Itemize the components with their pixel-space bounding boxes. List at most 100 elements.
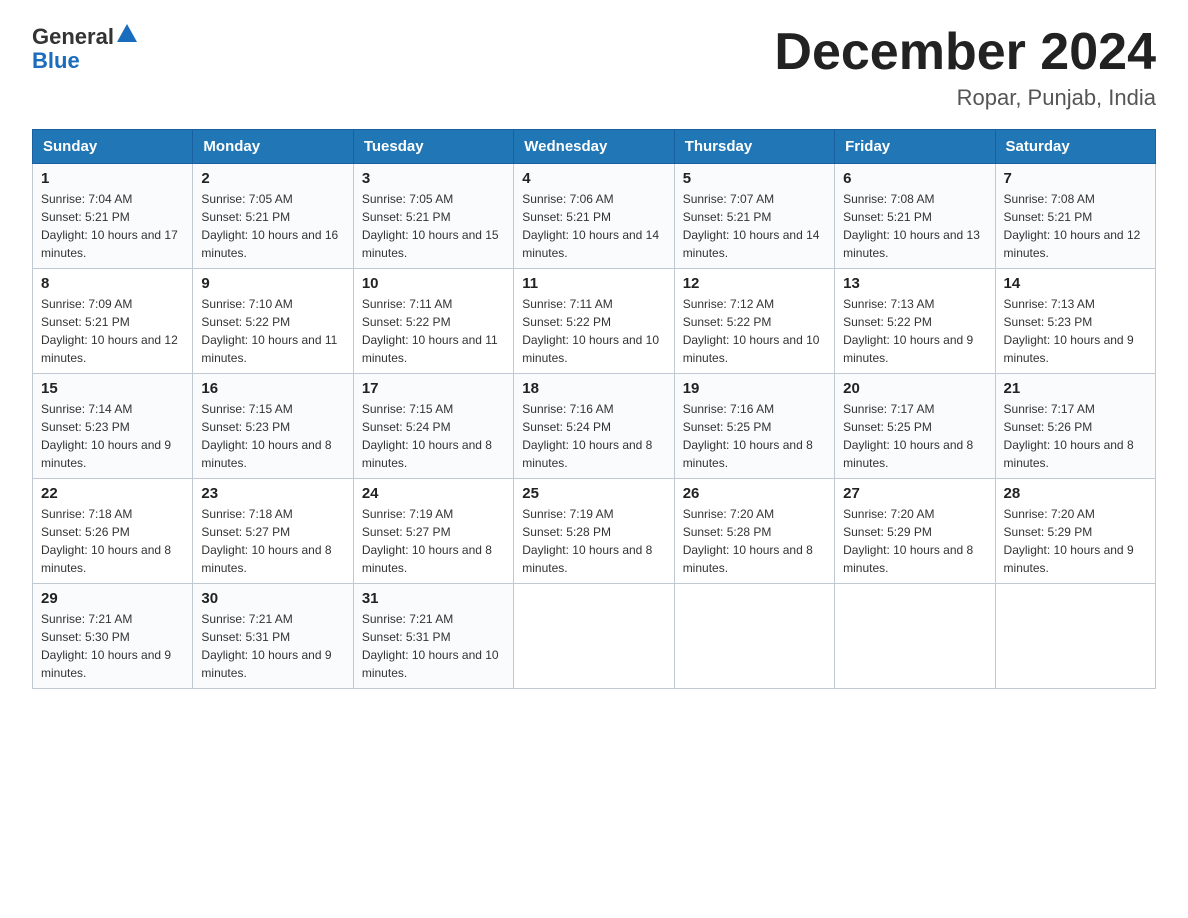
day-number: 1 [41,170,184,187]
calendar-cell: 9 Sunrise: 7:10 AMSunset: 5:22 PMDayligh… [193,269,353,374]
day-number: 13 [843,275,986,292]
day-info: Sunrise: 7:21 AMSunset: 5:31 PMDaylight:… [362,612,499,680]
day-info: Sunrise: 7:20 AMSunset: 5:29 PMDaylight:… [1004,507,1134,575]
day-number: 31 [362,590,505,607]
calendar-cell: 30 Sunrise: 7:21 AMSunset: 5:31 PMDaylig… [193,584,353,689]
day-info: Sunrise: 7:14 AMSunset: 5:23 PMDaylight:… [41,402,171,470]
header-monday: Monday [193,130,353,164]
calendar-cell: 4 Sunrise: 7:06 AMSunset: 5:21 PMDayligh… [514,164,674,269]
day-info: Sunrise: 7:17 AMSunset: 5:25 PMDaylight:… [843,402,973,470]
calendar-cell: 7 Sunrise: 7:08 AMSunset: 5:21 PMDayligh… [995,164,1155,269]
calendar-cell: 26 Sunrise: 7:20 AMSunset: 5:28 PMDaylig… [674,479,834,584]
day-number: 20 [843,380,986,397]
page-header: General Blue December 2024 Ropar, Punjab… [32,24,1156,111]
calendar-cell: 15 Sunrise: 7:14 AMSunset: 5:23 PMDaylig… [33,374,193,479]
calendar-cell: 8 Sunrise: 7:09 AMSunset: 5:21 PMDayligh… [33,269,193,374]
day-number: 30 [201,590,344,607]
day-info: Sunrise: 7:08 AMSunset: 5:21 PMDaylight:… [1004,192,1141,260]
calendar-cell: 22 Sunrise: 7:18 AMSunset: 5:26 PMDaylig… [33,479,193,584]
day-number: 27 [843,485,986,502]
day-info: Sunrise: 7:11 AMSunset: 5:22 PMDaylight:… [522,297,659,365]
day-info: Sunrise: 7:16 AMSunset: 5:25 PMDaylight:… [683,402,813,470]
day-number: 24 [362,485,505,502]
calendar-cell [835,584,995,689]
day-number: 22 [41,485,184,502]
calendar-title: December 2024 [774,24,1156,81]
calendar-cell: 20 Sunrise: 7:17 AMSunset: 5:25 PMDaylig… [835,374,995,479]
week-row-2: 8 Sunrise: 7:09 AMSunset: 5:21 PMDayligh… [33,269,1156,374]
day-number: 18 [522,380,665,397]
day-number: 10 [362,275,505,292]
calendar-cell [674,584,834,689]
day-number: 3 [362,170,505,187]
logo: General Blue [32,24,137,74]
calendar-cell [995,584,1155,689]
day-info: Sunrise: 7:21 AMSunset: 5:31 PMDaylight:… [201,612,331,680]
day-info: Sunrise: 7:07 AMSunset: 5:21 PMDaylight:… [683,192,820,260]
calendar-cell: 21 Sunrise: 7:17 AMSunset: 5:26 PMDaylig… [995,374,1155,479]
day-info: Sunrise: 7:05 AMSunset: 5:21 PMDaylight:… [362,192,499,260]
header-friday: Friday [835,130,995,164]
calendar-cell: 13 Sunrise: 7:13 AMSunset: 5:22 PMDaylig… [835,269,995,374]
day-info: Sunrise: 7:13 AMSunset: 5:22 PMDaylight:… [843,297,973,365]
week-row-1: 1 Sunrise: 7:04 AMSunset: 5:21 PMDayligh… [33,164,1156,269]
day-number: 8 [41,275,184,292]
calendar-cell: 28 Sunrise: 7:20 AMSunset: 5:29 PMDaylig… [995,479,1155,584]
day-number: 5 [683,170,826,187]
calendar-cell: 11 Sunrise: 7:11 AMSunset: 5:22 PMDaylig… [514,269,674,374]
calendar-cell: 23 Sunrise: 7:18 AMSunset: 5:27 PMDaylig… [193,479,353,584]
day-number: 21 [1004,380,1147,397]
day-number: 17 [362,380,505,397]
calendar-table: SundayMondayTuesdayWednesdayThursdayFrid… [32,129,1156,689]
calendar-cell: 19 Sunrise: 7:16 AMSunset: 5:25 PMDaylig… [674,374,834,479]
day-info: Sunrise: 7:18 AMSunset: 5:27 PMDaylight:… [201,507,331,575]
calendar-cell: 3 Sunrise: 7:05 AMSunset: 5:21 PMDayligh… [353,164,513,269]
day-number: 2 [201,170,344,187]
calendar-cell: 6 Sunrise: 7:08 AMSunset: 5:21 PMDayligh… [835,164,995,269]
logo-general-text: General [32,24,114,50]
day-info: Sunrise: 7:20 AMSunset: 5:28 PMDaylight:… [683,507,813,575]
day-info: Sunrise: 7:20 AMSunset: 5:29 PMDaylight:… [843,507,973,575]
day-number: 23 [201,485,344,502]
day-number: 9 [201,275,344,292]
calendar-cell: 24 Sunrise: 7:19 AMSunset: 5:27 PMDaylig… [353,479,513,584]
calendar-cell: 12 Sunrise: 7:12 AMSunset: 5:22 PMDaylig… [674,269,834,374]
day-info: Sunrise: 7:21 AMSunset: 5:30 PMDaylight:… [41,612,171,680]
day-number: 12 [683,275,826,292]
day-info: Sunrise: 7:12 AMSunset: 5:22 PMDaylight:… [683,297,820,365]
day-info: Sunrise: 7:15 AMSunset: 5:24 PMDaylight:… [362,402,492,470]
calendar-cell: 10 Sunrise: 7:11 AMSunset: 5:22 PMDaylig… [353,269,513,374]
calendar-cell: 1 Sunrise: 7:04 AMSunset: 5:21 PMDayligh… [33,164,193,269]
day-info: Sunrise: 7:11 AMSunset: 5:22 PMDaylight:… [362,297,498,365]
day-number: 25 [522,485,665,502]
week-row-4: 22 Sunrise: 7:18 AMSunset: 5:26 PMDaylig… [33,479,1156,584]
day-info: Sunrise: 7:13 AMSunset: 5:23 PMDaylight:… [1004,297,1134,365]
day-info: Sunrise: 7:16 AMSunset: 5:24 PMDaylight:… [522,402,652,470]
day-info: Sunrise: 7:05 AMSunset: 5:21 PMDaylight:… [201,192,338,260]
day-number: 19 [683,380,826,397]
day-info: Sunrise: 7:10 AMSunset: 5:22 PMDaylight:… [201,297,337,365]
calendar-cell: 25 Sunrise: 7:19 AMSunset: 5:28 PMDaylig… [514,479,674,584]
header-saturday: Saturday [995,130,1155,164]
day-number: 11 [522,275,665,292]
calendar-cell: 31 Sunrise: 7:21 AMSunset: 5:31 PMDaylig… [353,584,513,689]
calendar-cell [514,584,674,689]
day-info: Sunrise: 7:06 AMSunset: 5:21 PMDaylight:… [522,192,659,260]
day-number: 6 [843,170,986,187]
day-info: Sunrise: 7:17 AMSunset: 5:26 PMDaylight:… [1004,402,1134,470]
day-number: 4 [522,170,665,187]
calendar-cell: 29 Sunrise: 7:21 AMSunset: 5:30 PMDaylig… [33,584,193,689]
day-number: 7 [1004,170,1147,187]
day-number: 16 [201,380,344,397]
day-info: Sunrise: 7:19 AMSunset: 5:28 PMDaylight:… [522,507,652,575]
calendar-cell: 27 Sunrise: 7:20 AMSunset: 5:29 PMDaylig… [835,479,995,584]
calendar-cell: 14 Sunrise: 7:13 AMSunset: 5:23 PMDaylig… [995,269,1155,374]
calendar-cell: 16 Sunrise: 7:15 AMSunset: 5:23 PMDaylig… [193,374,353,479]
day-info: Sunrise: 7:19 AMSunset: 5:27 PMDaylight:… [362,507,492,575]
day-info: Sunrise: 7:09 AMSunset: 5:21 PMDaylight:… [41,297,178,365]
calendar-cell: 18 Sunrise: 7:16 AMSunset: 5:24 PMDaylig… [514,374,674,479]
day-number: 29 [41,590,184,607]
logo-triangle-icon [117,24,137,42]
day-info: Sunrise: 7:18 AMSunset: 5:26 PMDaylight:… [41,507,171,575]
header-thursday: Thursday [674,130,834,164]
